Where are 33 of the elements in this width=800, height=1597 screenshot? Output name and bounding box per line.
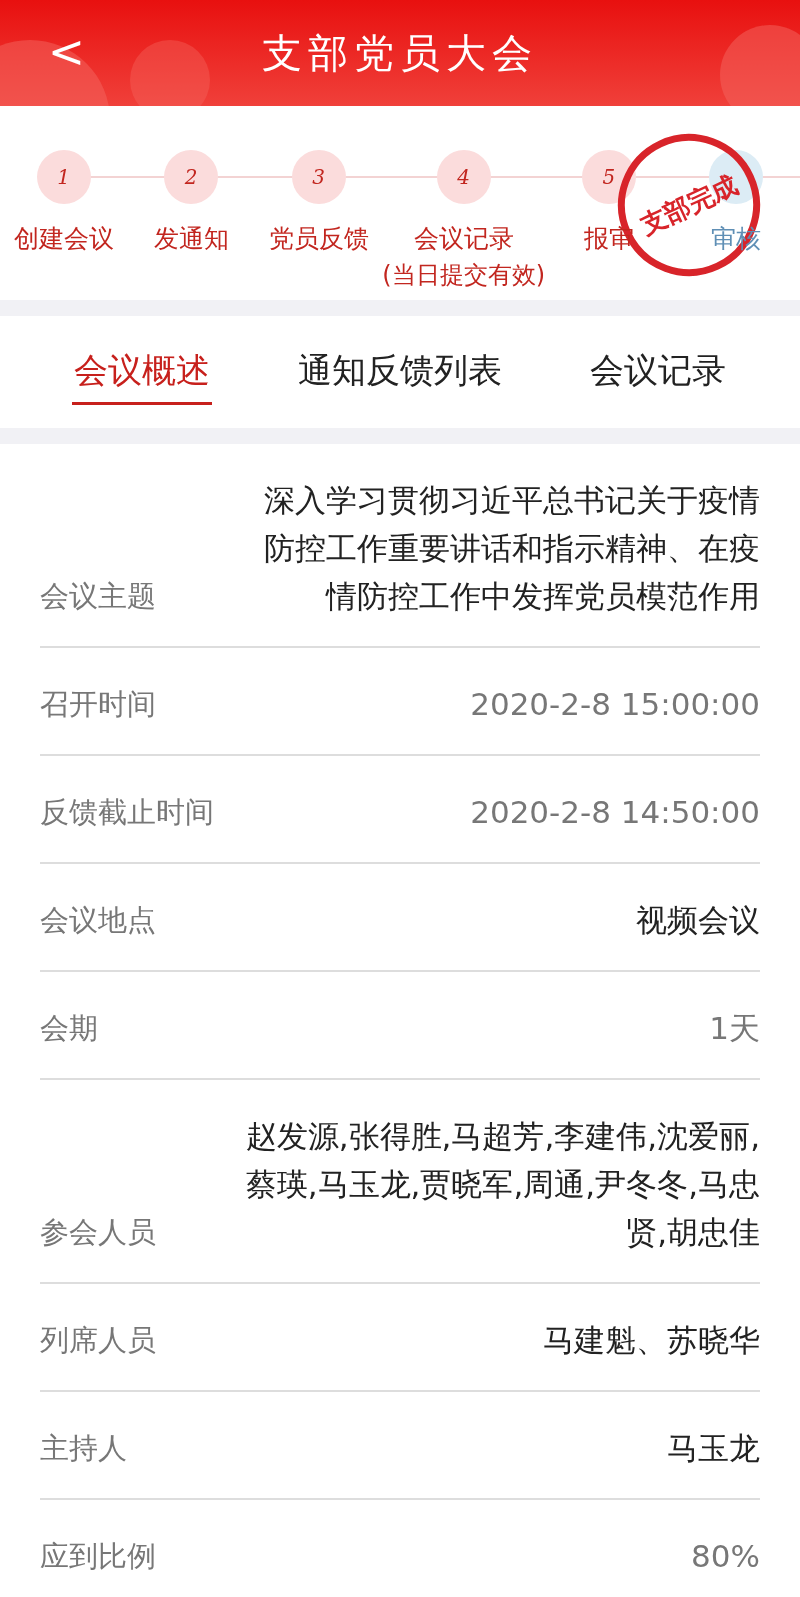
step-circle: 1 [36, 150, 91, 204]
field-value: 2020-2-8 14:50:00 [470, 793, 760, 832]
step-label: 创建会议 [13, 223, 114, 255]
tab[interactable]: 会议概述 [72, 339, 212, 405]
field-label: 会期 [40, 1010, 98, 1047]
field-label: 会议地点 [40, 902, 156, 939]
step-circle: 3 [291, 150, 346, 204]
field-label: 参会人员 [40, 1214, 156, 1251]
tab[interactable]: 通知反馈列表 [296, 339, 504, 405]
field-value: 1天 [709, 1009, 760, 1048]
step-circle: 4 [436, 150, 491, 204]
field-label: 会议主题 [40, 578, 156, 615]
field-label: 应到比例 [40, 1538, 156, 1575]
tab[interactable]: 会议记录 [588, 339, 728, 405]
step-circle: 5 [581, 150, 636, 204]
page-title: 支部党员大会 [262, 28, 538, 78]
field-label: 列席人员 [40, 1322, 156, 1359]
step-circle: 2 [164, 150, 219, 204]
field-value: 80% [691, 1537, 760, 1576]
field-label: 召开时间 [40, 686, 156, 723]
field-value: 视频会议 [636, 901, 760, 940]
field-value: 2020-2-8 15:00:00 [470, 685, 760, 724]
field-value: 马玉龙 [667, 1429, 760, 1468]
field-value: 马建魁、苏晓华 [543, 1321, 760, 1360]
step-label: 党员反馈 [268, 223, 369, 255]
field-value: 赵发源,张得胜,马超芳,李建伟,沈爱丽,蔡瑛,马玉龙,贾晓军,周通,尹冬冬,马忠贤,胡忠佳 [244, 1117, 760, 1252]
step-label: 发通知 [153, 223, 229, 255]
field-label: 主持人 [40, 1430, 127, 1467]
back-button[interactable]: < [44, 24, 89, 80]
step-label: 会议记录 [413, 223, 514, 255]
field-label: 反馈截止时间 [40, 794, 214, 831]
step-note: (当日提交有效) [382, 260, 546, 291]
field-value: 深入学习贯彻习近平总书记关于疫情防控工作重要讲话和指示精神、在疫情防控工作中发挥党员模范作用 [263, 481, 760, 616]
